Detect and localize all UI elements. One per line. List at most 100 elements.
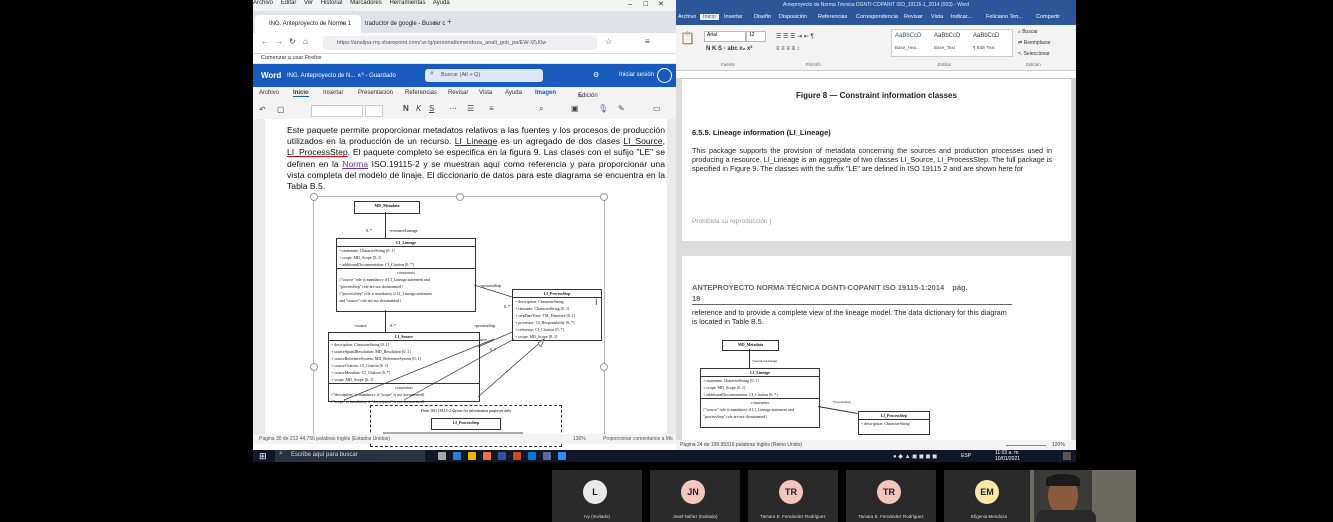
task-view-icon[interactable] — [438, 452, 446, 460]
style-sample[interactable]: AaBbCcD — [895, 33, 921, 39]
star-icon[interactable]: ☆ — [605, 37, 612, 46]
menu-icon[interactable]: ≡ — [645, 37, 650, 46]
tab-close-icon[interactable]: × — [433, 15, 437, 33]
explorer-icon[interactable] — [468, 452, 476, 460]
comment-icon[interactable]: ▭ — [653, 104, 661, 113]
tab-vista[interactable]: Vista — [931, 14, 943, 20]
windows-start-icon[interactable]: ⊞ — [259, 451, 267, 462]
reload-icon[interactable]: ↻ — [289, 37, 296, 46]
norma-link[interactable]: Norma — [342, 159, 368, 169]
powerpoint-icon[interactable] — [513, 452, 521, 460]
tell-me-box[interactable]: Indicar... — [951, 14, 972, 20]
tab-referencias[interactable]: Referencias — [405, 90, 437, 96]
maximize-icon[interactable]: ☐ — [643, 1, 648, 8]
bullets-icon[interactable]: ☰ — [467, 104, 474, 113]
close-icon[interactable]: ✕ — [658, 0, 664, 8]
tab-inicio[interactable]: Inicio — [293, 90, 309, 97]
font-size-dropdown[interactable] — [365, 105, 383, 117]
document-canvas[interactable]: Este paquete permite proporcionar metada… — [253, 119, 676, 447]
tab-presentacion[interactable]: Presentación — [358, 90, 393, 96]
pen-icon[interactable]: ✎ — [618, 104, 625, 113]
italic-icon[interactable]: K — [416, 104, 421, 113]
menu-historial[interactable]: Historial — [321, 0, 343, 6]
search-box[interactable]: ⌕ Buscar (Alt + Q) — [425, 69, 543, 82]
document-title[interactable]: ING. Anteproyecto de N... ∧⁰ - Guardado — [287, 72, 396, 79]
taskbar-search-input[interactable]: Escribe aquí para buscar — [291, 452, 358, 458]
align-buttons[interactable]: ≡ ≡ ≡ ≡ ↕ — [776, 46, 800, 52]
uml-figure-frame[interactable]: MD_Metadata 0..* +resourceLineage LI_Lin… — [310, 193, 608, 447]
style-sample[interactable]: AaBbCcD — [973, 33, 999, 39]
font-name-dropdown[interactable]: Arial — [704, 31, 746, 42]
styles-gallery[interactable]: AaBbCcD AaBbCcD AaBbCcD Base_Hea... Base… — [891, 29, 1013, 57]
tab-archivo[interactable]: Archivo — [678, 14, 696, 20]
word-desktop-document[interactable]: Figure 8 — Constraint information classe… — [676, 79, 1076, 440]
notifications-icon[interactable] — [1063, 452, 1071, 460]
zoom-level[interactable]: 130% — [573, 434, 586, 444]
font-name-dropdown[interactable] — [311, 105, 363, 117]
menu-archivo[interactable]: Archivo — [253, 0, 273, 6]
more-icon[interactable]: ⋯ — [449, 104, 457, 113]
taskbar-search-box[interactable]: ⌕ Escribe aquí para buscar — [275, 450, 425, 462]
signin-link[interactable]: Iniciar sesión — [619, 72, 654, 78]
zoom-slider[interactable] — [1006, 445, 1046, 446]
minimize-icon[interactable]: – — [628, 1, 632, 8]
participant-tile[interactable]: L Ivy (Invitado) — [552, 470, 642, 522]
tab-google-search[interactable]: traductor de google - Buscar c × — [351, 15, 453, 33]
align-icon[interactable]: ≡ — [489, 104, 494, 113]
tray-icons[interactable]: ● ◆ ▲ ◼ ◼ ◼ ◼ — [893, 453, 937, 460]
select-button[interactable]: ↖ Seleccionar — [1018, 51, 1050, 57]
tab-vista[interactable]: Vista — [479, 90, 492, 96]
gear-icon[interactable]: ⚙ — [593, 71, 599, 79]
word-icon[interactable] — [498, 452, 506, 460]
share-button[interactable]: Compartir — [1036, 14, 1060, 20]
paragraph-buttons[interactable]: ☰ ☰ ☰ ⇥ ⇤ ¶ — [776, 33, 814, 40]
menu-ver[interactable]: Ver — [304, 0, 313, 6]
tab-diseno[interactable]: Diseño — [754, 14, 771, 20]
feedback-link[interactable]: Proporcionar comentarios a Microsoft — [603, 434, 673, 444]
account-icon[interactable] — [657, 68, 672, 83]
find-icon[interactable]: ⌕ — [539, 104, 543, 114]
tab-imagen[interactable]: Imagen — [535, 90, 556, 96]
participant-tile[interactable]: JN Josef Núñez (Invitado) — [650, 470, 740, 522]
participant-video-tile[interactable] — [1030, 470, 1136, 522]
tab-ayuda[interactable]: Ayuda — [505, 90, 522, 96]
url-input[interactable]: https://analipa-my.sharepoint.com/:w:/g/… — [323, 36, 597, 50]
replace-button[interactable]: ⇄ Reemplazar — [1018, 40, 1051, 46]
tab-archivo[interactable]: Archivo — [259, 90, 279, 96]
outlook-icon[interactable] — [528, 452, 536, 460]
zoom-icon[interactable] — [558, 452, 566, 460]
search-input[interactable]: Buscar (Alt + Q) — [441, 72, 480, 78]
font-size-dropdown[interactable]: 12 — [746, 31, 766, 42]
bold-icon[interactable]: N — [403, 104, 409, 113]
tab-referencias[interactable]: Referencias — [818, 14, 847, 20]
style-sample[interactable]: AaBbCcD — [934, 33, 960, 39]
horizontal-ruler[interactable] — [676, 71, 1076, 79]
tab-word-document[interactable]: ING. Anteproyecto de Norma 1 × — [255, 15, 361, 33]
participant-tile[interactable]: TR Tamara E. Fernández Rodríguez — [846, 470, 936, 522]
menu-ayuda[interactable]: Ayuda — [433, 0, 450, 6]
underline-icon[interactable]: S — [429, 104, 434, 113]
menu-herramientas[interactable]: Herramientas — [389, 0, 425, 6]
forward-icon[interactable]: → — [275, 37, 283, 46]
participant-tile[interactable]: EM Efigenia Mendoza — [944, 470, 1034, 522]
clock-date[interactable]: 10/01/2021 — [995, 456, 1020, 462]
vertical-scrollbar[interactable] — [1072, 79, 1076, 440]
tab-close-icon[interactable]: × — [341, 15, 345, 33]
paste-icon[interactable]: 📋 — [680, 31, 695, 45]
format-buttons[interactable]: N K S · abc x₂ x² — [706, 46, 752, 52]
tab-revisar[interactable]: Revisar — [448, 90, 468, 96]
voice-icon[interactable]: 🎙 — [598, 104, 608, 113]
menu-editar[interactable]: Editar — [281, 0, 297, 6]
word-app-name[interactable]: Word — [261, 71, 281, 80]
participant-tile[interactable]: TR Tamara E. Fernández Rodríguez — [748, 470, 838, 522]
bookmark-firefox[interactable]: Comenzar a usar Firefox — [261, 55, 322, 61]
picture-icon[interactable]: ▣ — [571, 104, 579, 113]
tab-revisar[interactable]: Revisar — [904, 14, 923, 20]
tab-correspondencia[interactable]: Correspondencia — [856, 14, 898, 20]
tab-insertar[interactable]: Insertar — [323, 90, 343, 96]
app-icon[interactable] — [543, 452, 551, 460]
clipboard-icon[interactable]: ▢ — [277, 105, 285, 114]
tab-insertar[interactable]: Insertar — [724, 14, 743, 20]
home-icon[interactable]: ⌂ — [303, 37, 308, 46]
tab-disposicion[interactable]: Disposición — [779, 14, 807, 20]
